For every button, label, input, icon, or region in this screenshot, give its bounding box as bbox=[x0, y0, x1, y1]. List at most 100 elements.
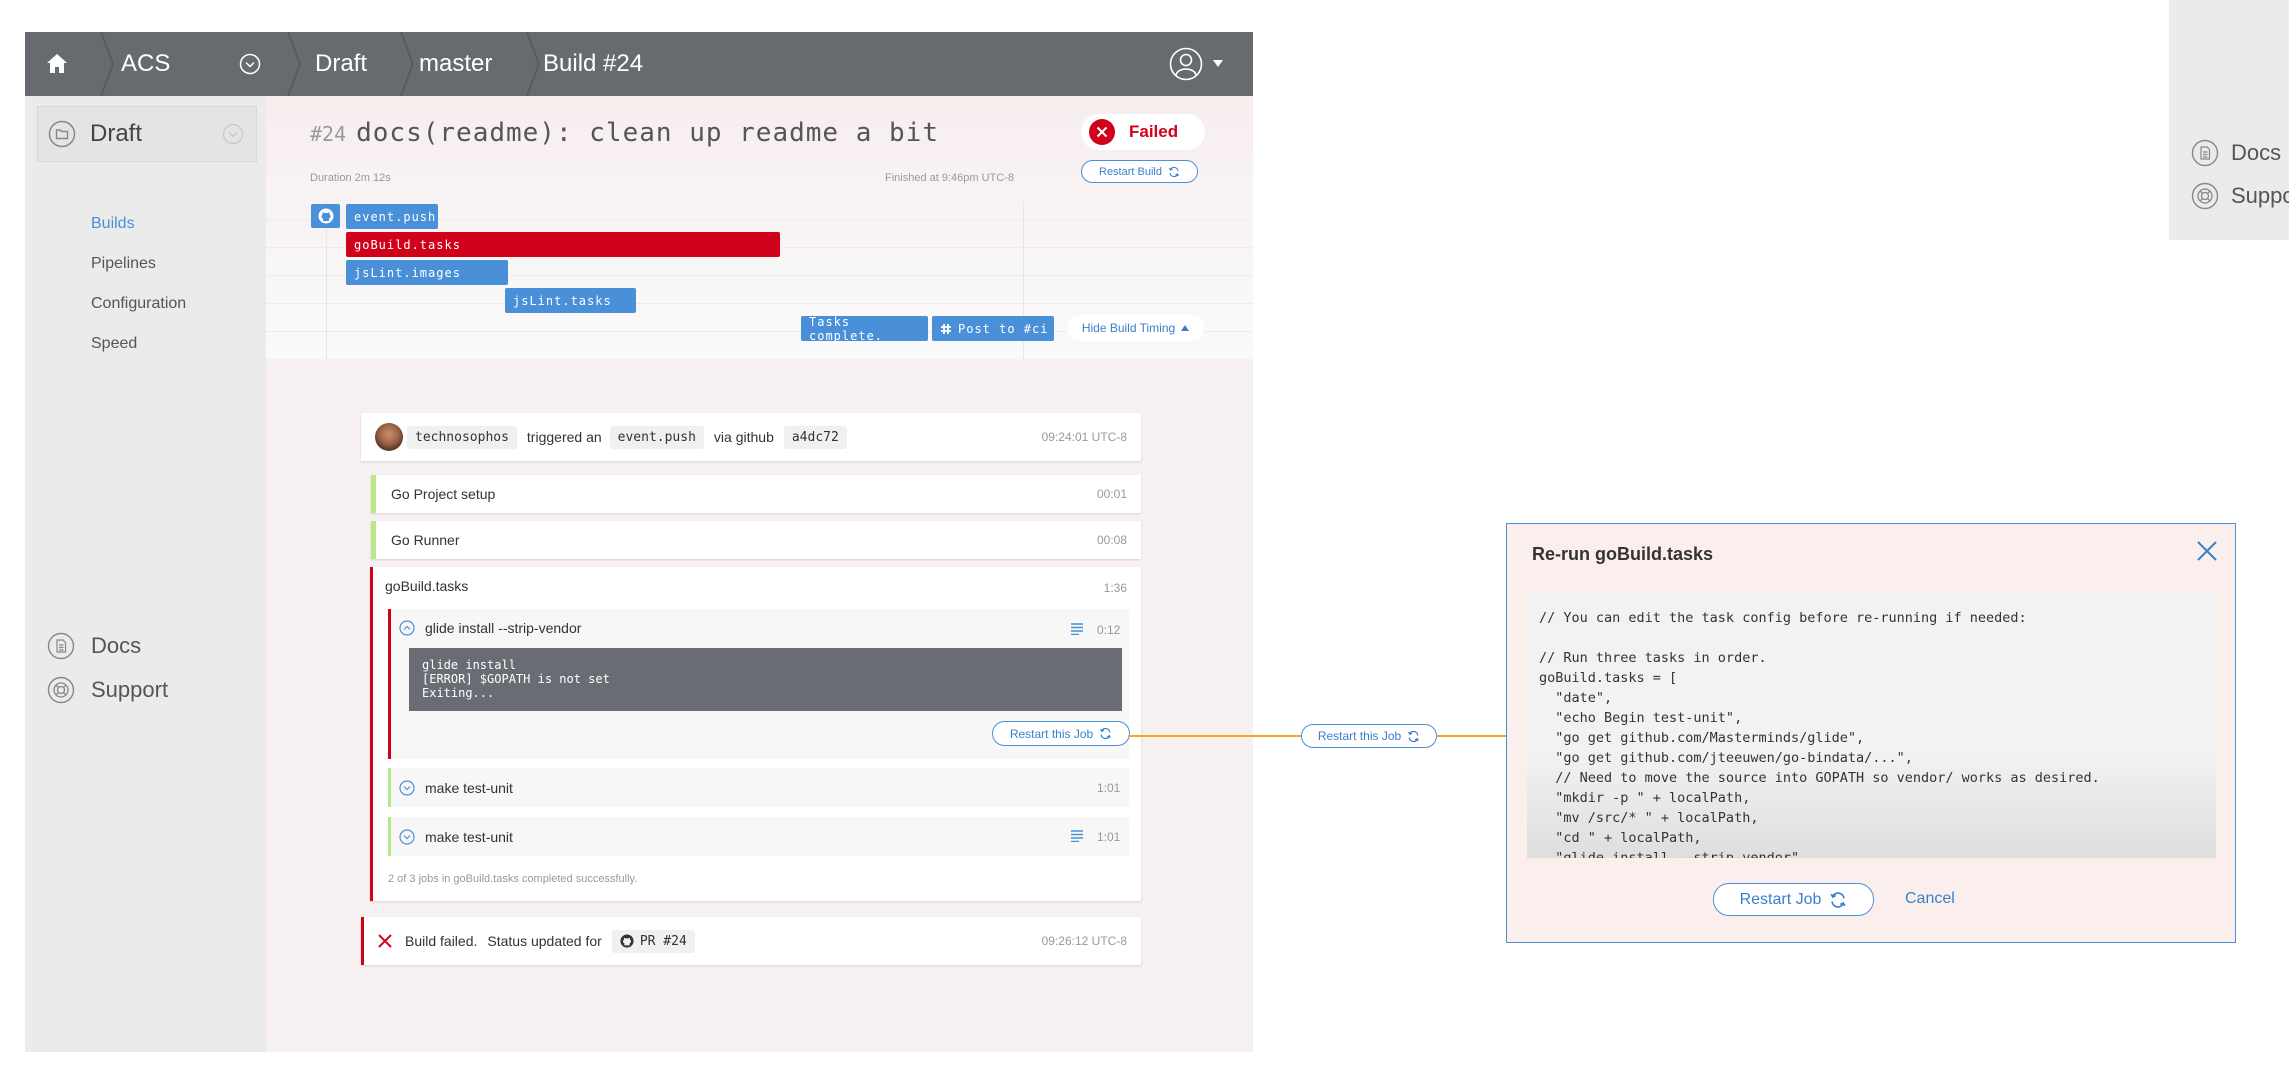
home-button[interactable] bbox=[45, 32, 85, 96]
trigger-event[interactable]: event.push bbox=[609, 425, 704, 449]
timeline-bar-tasks-complete[interactable]: Tasks complete. bbox=[801, 315, 928, 343]
project-selector-label: Draft bbox=[90, 120, 143, 147]
restart-this-job-label: Restart this Job bbox=[1009, 726, 1094, 741]
partial-sidebar-panel: Docs Suppo bbox=[2169, 0, 2289, 240]
failed-subjob-header[interactable]: glide install --strip-vendor bbox=[399, 620, 581, 636]
job-time: 00:01 bbox=[1096, 487, 1127, 501]
subjob-row[interactable]: make test-unit 1:01 bbox=[388, 817, 1129, 856]
project-selector[interactable]: Draft bbox=[37, 106, 257, 162]
breadcrumb-project[interactable]: ACS bbox=[121, 32, 170, 96]
partial-support-link[interactable]: Suppo bbox=[2191, 182, 2289, 210]
timeline-bar-jslint-tasks[interactable]: jsLint.tasks bbox=[505, 288, 636, 313]
build-failed-row: Build failed. Status updated for PR #24 … bbox=[361, 917, 1141, 965]
status-label: Failed bbox=[1129, 122, 1179, 141]
subjob-time: 1:01 bbox=[1097, 830, 1121, 844]
slack-icon bbox=[941, 323, 951, 334]
caret-up-icon bbox=[1181, 325, 1190, 331]
subjob-row[interactable]: make test-unit 1:01 bbox=[388, 768, 1129, 807]
task-config-editor[interactable]: // You can edit the task config before r… bbox=[1527, 592, 2216, 858]
gobuild-task-name: goBuild.tasks bbox=[385, 578, 469, 594]
hide-build-timing-button[interactable]: Hide Build Timing bbox=[1067, 315, 1204, 341]
build-title-row: #24 docs(readme): clean up readme a bit bbox=[310, 118, 939, 148]
chevron-down-circle-icon bbox=[399, 779, 415, 796]
sidebar: Draft Builds Pipelines Configuration Spe… bbox=[25, 96, 266, 1052]
pr-link[interactable]: PR #24 bbox=[611, 929, 695, 953]
failed-subjob: glide install --strip-vendor 0:12 glide … bbox=[388, 609, 1130, 759]
timeline-bar-jslint-images[interactable]: jsLint.images bbox=[346, 260, 508, 285]
job-time: 00:08 bbox=[1096, 533, 1127, 547]
log-lines-icon[interactable] bbox=[1071, 623, 1083, 635]
timeline-bar-post-to-ci[interactable]: Post to #ci bbox=[932, 316, 1054, 341]
breadcrumb-item[interactable]: Draft bbox=[315, 32, 367, 96]
breadcrumb-separator bbox=[400, 32, 414, 96]
task-config-code: // You can edit the task config before r… bbox=[1539, 610, 2100, 858]
subjob-name: make test-unit bbox=[425, 779, 513, 796]
rerun-job-dialog: Re-run goBuild.tasks // You can edit the… bbox=[1506, 523, 2236, 943]
job-row[interactable]: Go Runner 00:08 bbox=[371, 521, 1141, 559]
partial-docs-link[interactable]: Docs bbox=[2191, 139, 2281, 167]
build-title: docs(readme): clean up readme a bit bbox=[356, 118, 939, 148]
sidebar-support-link[interactable]: Support bbox=[47, 676, 168, 704]
connector-restart-job-button[interactable]: Restart this Job bbox=[1301, 724, 1437, 748]
sidebar-docs-link[interactable]: Docs bbox=[47, 632, 141, 660]
chevron-down-circle-icon bbox=[239, 53, 261, 75]
restart-job-button[interactable]: Restart Job bbox=[1713, 883, 1874, 916]
post-to-ci-label: Post to #ci bbox=[958, 321, 1049, 336]
sidebar-support-label: Support bbox=[91, 677, 169, 702]
sidebar-item-pipelines[interactable]: Pipelines bbox=[91, 255, 156, 273]
failed-icon bbox=[1089, 119, 1115, 145]
lifebuoy-icon bbox=[47, 676, 75, 704]
connector-restart-label: Restart this Job bbox=[1317, 729, 1402, 743]
build-failed-time: 09:26:12 UTC-8 bbox=[1041, 934, 1127, 948]
chevron-down-circle-icon bbox=[399, 828, 415, 845]
trigger-verb: triggered an bbox=[526, 429, 602, 445]
project-dropdown-button[interactable] bbox=[239, 32, 261, 96]
job-name: Go Runner bbox=[391, 532, 460, 548]
chevron-up-circle-icon bbox=[399, 620, 415, 636]
trigger-time: 09:24:01 UTC-8 bbox=[1041, 430, 1127, 444]
breadcrumb-separator bbox=[526, 32, 540, 96]
build-detail-content: #24 docs(readme): clean up readme a bit … bbox=[266, 96, 1253, 1052]
caret-down-icon bbox=[1213, 60, 1223, 67]
build-finished-time: Finished at 9:46pm UTC-8 bbox=[885, 172, 1014, 184]
restart-build-button[interactable]: Restart Build bbox=[1081, 160, 1198, 183]
trigger-event-row: technosophos triggered an event.push via… bbox=[361, 413, 1141, 461]
user-menu-button[interactable] bbox=[1169, 32, 1223, 96]
user-avatar-icon bbox=[1169, 47, 1203, 81]
sidebar-docs-label: Docs bbox=[91, 633, 142, 658]
restart-this-job-button[interactable]: Restart this Job bbox=[992, 721, 1130, 746]
github-icon bbox=[620, 934, 634, 948]
sidebar-item-configuration[interactable]: Configuration bbox=[91, 295, 186, 313]
breadcrumb-item[interactable]: Build #24 bbox=[543, 32, 643, 96]
cancel-button[interactable]: Cancel bbox=[1905, 890, 1955, 908]
failed-subjob-time: 0:12 bbox=[1097, 623, 1121, 637]
timeline-bar-gobuild[interactable]: goBuild.tasks bbox=[346, 232, 780, 257]
restart-build-label: Restart Build bbox=[1099, 165, 1162, 178]
log-lines-icon[interactable] bbox=[1071, 830, 1083, 842]
restart-job-label: Restart Job bbox=[1739, 890, 1822, 908]
sidebar-item-speed[interactable]: Speed bbox=[91, 335, 137, 353]
status-updated-text: Status updated for bbox=[487, 933, 602, 949]
breadcrumb-item[interactable]: master bbox=[419, 32, 492, 96]
timeline-bar-event-push[interactable]: event.push bbox=[346, 204, 438, 229]
refresh-icon bbox=[1168, 166, 1179, 177]
build-header: #24 docs(readme): clean up readme a bit … bbox=[266, 96, 1253, 359]
github-icon bbox=[318, 208, 333, 224]
partial-docs-label: Docs bbox=[2231, 140, 2282, 165]
top-navigation-bar: ACS Draft master Build #24 bbox=[25, 32, 1253, 96]
trigger-commit[interactable]: a4dc72 bbox=[783, 425, 847, 449]
sidebar-item-builds[interactable]: Builds bbox=[91, 215, 135, 233]
close-icon[interactable] bbox=[2196, 540, 2218, 562]
gobuild-task-time: 1:36 bbox=[1103, 581, 1127, 595]
gobuild-task-group: goBuild.tasks 1:36 glide install --strip… bbox=[370, 567, 1141, 901]
pr-label: PR #24 bbox=[639, 933, 687, 949]
gobuild-summary: 2 of 3 jobs in goBuild.tasks completed s… bbox=[388, 873, 638, 885]
build-failed-text: Build failed. bbox=[405, 933, 478, 949]
document-icon bbox=[47, 632, 75, 660]
trigger-user[interactable]: technosophos bbox=[407, 425, 517, 449]
status-badge: Failed bbox=[1081, 114, 1205, 150]
build-duration: Duration 2m 12s bbox=[310, 172, 391, 184]
home-icon bbox=[47, 54, 67, 73]
job-row[interactable]: Go Project setup 00:01 bbox=[371, 475, 1141, 513]
job-name: Go Project setup bbox=[391, 486, 496, 502]
